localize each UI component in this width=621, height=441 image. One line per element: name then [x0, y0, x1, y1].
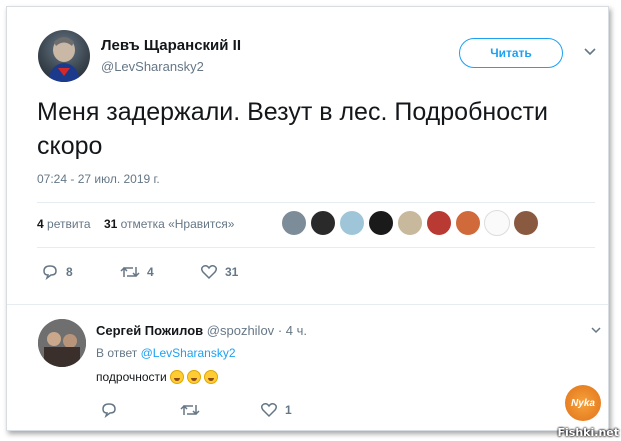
retweets-stat[interactable]: 4 ретвита — [37, 217, 91, 231]
reply-author-avatar[interactable] — [38, 319, 86, 367]
liker-avatar[interactable] — [397, 210, 423, 236]
reply-author-handle[interactable]: @spozhilov — [207, 323, 274, 338]
reply-reply-action[interactable] — [100, 402, 125, 418]
chevron-down-icon[interactable] — [591, 326, 601, 337]
like-count: 31 — [225, 265, 239, 279]
reply-count: 8 — [66, 265, 73, 279]
liker-avatar[interactable] — [339, 210, 365, 236]
reply-like-action[interactable]: 1 — [260, 402, 292, 418]
author-avatar[interactable] — [38, 30, 90, 82]
liker-avatar[interactable] — [310, 210, 336, 236]
nyka-logo: Nyka — [565, 385, 601, 421]
reply-author-name[interactable]: Сергей Пожилов — [96, 323, 203, 338]
liker-avatar[interactable] — [426, 210, 452, 236]
liker-avatar[interactable] — [513, 210, 539, 236]
liker-avatar[interactable] — [484, 210, 510, 236]
retweet-icon — [180, 404, 200, 416]
chevron-down-icon[interactable] — [584, 47, 596, 59]
retweets-count: 4 — [37, 217, 44, 231]
author-name[interactable]: Левъ Щаранский II — [101, 37, 241, 54]
fishki-watermark: Fishki.net — [557, 426, 619, 439]
follow-button[interactable]: Читать — [459, 38, 563, 68]
likes-count: 31 — [103, 217, 118, 231]
laughing-emoji-icon — [203, 370, 218, 384]
divider — [7, 304, 608, 305]
divider — [37, 202, 595, 203]
in-reply-handle-link[interactable]: @LevSharansky2 — [141, 346, 236, 360]
tweet-stats: 4 ретвита 31 отметка «Нравится» — [37, 217, 234, 231]
tweet-timestamp[interactable]: 07:24 - 27 июл. 2019 г. — [37, 172, 160, 186]
reply-header: Сергей Пожилов @spozhilov · 4 ч. — [96, 323, 307, 338]
reply-retweet-action[interactable] — [180, 402, 207, 418]
tweet-card: Левъ Щаранский II @LevSharansky2 Читать … — [6, 6, 609, 431]
laughing-emoji-icon — [169, 370, 184, 384]
heart-icon — [260, 403, 278, 418]
laughing-emoji-icon — [186, 370, 201, 384]
divider — [37, 247, 595, 248]
reply-text: подрочности — [96, 370, 218, 384]
reply-text-content: подрочности — [96, 370, 167, 384]
like-action[interactable]: 31 — [200, 264, 238, 280]
likes-stat[interactable]: 31 отметка «Нравится» — [104, 217, 234, 231]
reply-icon — [102, 403, 116, 418]
heart-icon — [200, 265, 218, 280]
retweet-action[interactable]: 4 — [120, 264, 154, 280]
tweet-text: Меня задержали. Везут в лес. Подробности… — [37, 98, 549, 160]
retweet-count: 4 — [147, 265, 154, 279]
in-reply-prefix: В ответ — [96, 346, 138, 360]
in-reply-to: В ответ @LevSharansky2 — [96, 346, 236, 360]
reply-time[interactable]: · 4 ч. — [278, 323, 307, 338]
liker-avatar[interactable] — [455, 210, 481, 236]
likes-label: отметка «Нравится» — [120, 217, 235, 231]
liker-avatar[interactable] — [281, 210, 307, 236]
author-handle[interactable]: @LevSharansky2 — [101, 59, 204, 74]
retweets-label: ретвита — [47, 217, 91, 231]
reply-action[interactable]: 8 — [41, 264, 73, 280]
retweet-icon — [120, 266, 140, 278]
reply-icon — [43, 265, 57, 280]
liker-avatar[interactable] — [368, 210, 394, 236]
reply-like-count: 1 — [285, 403, 292, 417]
